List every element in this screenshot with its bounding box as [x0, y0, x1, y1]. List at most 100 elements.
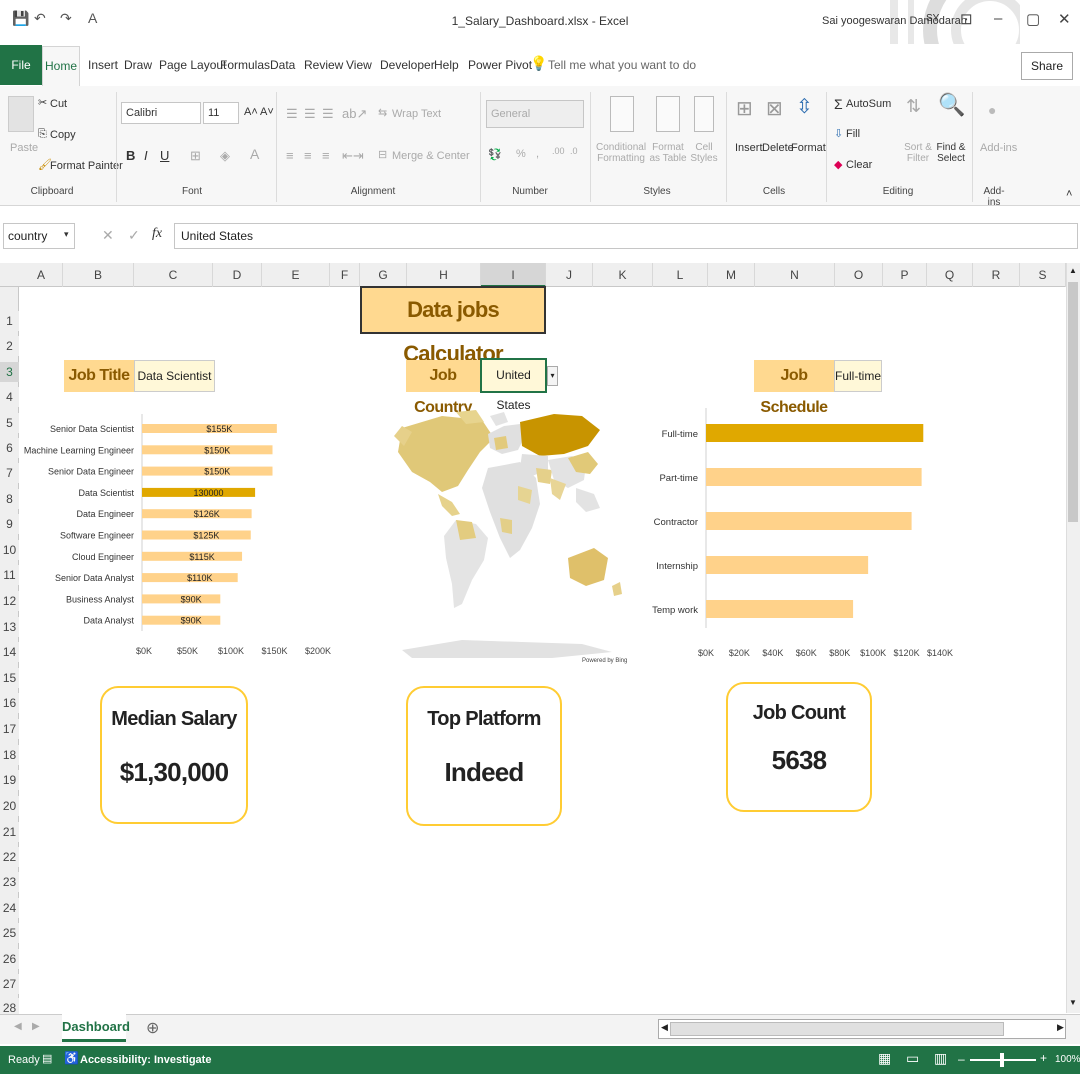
close-button[interactable]: ✕	[1058, 10, 1071, 28]
paste-icon[interactable]	[8, 96, 34, 132]
column-header-m[interactable]: M	[708, 263, 755, 287]
align-left-icon[interactable]: ≡	[286, 148, 294, 163]
align-top-icon[interactable]: ☰	[286, 106, 298, 122]
column-header-a[interactable]: A	[20, 263, 63, 287]
row-header-14[interactable]: 14	[0, 642, 19, 662]
tab-view[interactable]: View	[346, 58, 372, 72]
row-header-9[interactable]: 9	[0, 514, 19, 534]
comma-icon[interactable]: ,	[536, 148, 539, 160]
zoom-in-icon[interactable]: +	[1040, 1051, 1047, 1065]
zoom-level[interactable]: 100%	[1055, 1054, 1080, 1065]
row-header-8[interactable]: 8	[0, 489, 19, 509]
macro-record-icon[interactable]: ▤	[42, 1052, 52, 1065]
horizontal-scroll-thumb[interactable]	[670, 1022, 1004, 1036]
insert-cells-button[interactable]: Insert	[735, 142, 763, 154]
row-header-1[interactable]: 1	[0, 311, 19, 331]
scroll-up-icon[interactable]: ▲	[1069, 266, 1077, 275]
column-header-j[interactable]: J	[546, 263, 593, 287]
row-header-6[interactable]: 6	[0, 438, 19, 458]
next-sheet-icon[interactable]: ▶	[32, 1021, 40, 1032]
italic-icon[interactable]: I	[144, 148, 148, 163]
cut-button[interactable]: Cut	[50, 98, 67, 110]
scroll-right-icon[interactable]: ▶	[1057, 1022, 1064, 1033]
percent-icon[interactable]: %	[516, 148, 526, 160]
confirm-edit-icon[interactable]: ✓	[128, 227, 140, 244]
row-header-11[interactable]: 11	[0, 565, 19, 585]
column-header-l[interactable]: L	[653, 263, 708, 287]
fill-color-icon[interactable]: ◈	[220, 148, 230, 164]
normal-view-icon[interactable]: ▦	[878, 1050, 891, 1067]
tab-insert[interactable]: Insert	[88, 58, 118, 72]
copy-button[interactable]: Copy	[50, 129, 76, 141]
format-as-table-button[interactable]: Format as Table	[648, 142, 688, 164]
accessibility-status[interactable]: Accessibility: Investigate	[80, 1054, 211, 1066]
tell-me-input[interactable]: Tell me what you want to do	[548, 58, 696, 72]
row-header-13[interactable]: 13	[0, 617, 19, 637]
row-header-16[interactable]: 16	[0, 693, 19, 713]
merge-center-button[interactable]: Merge & Center	[392, 150, 470, 162]
column-header-q[interactable]: Q	[927, 263, 973, 287]
increase-decimal-icon[interactable]: .00	[552, 146, 565, 156]
add-sheet-icon[interactable]: ⊕	[146, 1018, 159, 1038]
tab-formulas[interactable]: Formulas	[220, 58, 270, 72]
font-color-icon[interactable]: A	[250, 146, 259, 162]
delete-cells-button[interactable]: Delete	[762, 142, 794, 154]
column-header-g[interactable]: G	[360, 263, 407, 287]
user-name[interactable]: Sai yoogeswaran Damodaran	[822, 15, 967, 27]
tab-power-pivot[interactable]: Power Pivot	[468, 58, 532, 72]
row-header-20[interactable]: 20	[0, 796, 19, 816]
font-size-select[interactable]: 11	[203, 102, 239, 124]
job-title-input[interactable]: Data Scientist	[134, 360, 215, 392]
wrap-text-button[interactable]: Wrap Text	[392, 108, 441, 120]
row-header-7[interactable]: 7	[0, 463, 19, 483]
tab-draw[interactable]: Draw	[124, 58, 152, 72]
row-header-2[interactable]: 2	[0, 336, 19, 356]
column-header-i[interactable]: I	[481, 263, 546, 287]
zoom-out-icon[interactable]: –	[958, 1052, 965, 1066]
tab-file[interactable]: File	[0, 45, 42, 85]
tab-developer[interactable]: Developer	[380, 58, 435, 72]
conditional-formatting-button[interactable]: Conditional Formatting	[596, 142, 646, 164]
column-header-f[interactable]: F	[330, 263, 360, 287]
row-header-21[interactable]: 21	[0, 822, 19, 842]
row-header-27[interactable]: 27	[0, 974, 19, 994]
orientation-icon[interactable]: ab↗	[342, 106, 367, 122]
restore-button[interactable]: ▢	[1026, 10, 1040, 28]
column-header-k[interactable]: K	[593, 263, 653, 287]
find-select-button[interactable]: Find & Select	[934, 142, 968, 164]
row-header-23[interactable]: 23	[0, 872, 19, 892]
tab-review[interactable]: Review	[304, 58, 343, 72]
column-header-b[interactable]: B	[63, 263, 134, 287]
format-painter-button[interactable]: Format Painter	[50, 160, 123, 172]
autosum-button[interactable]: AutoSum	[846, 98, 891, 110]
scroll-left-icon[interactable]: ◀	[661, 1022, 668, 1033]
row-header-19[interactable]: 19	[0, 770, 19, 790]
prev-sheet-icon[interactable]: ◀	[14, 1021, 22, 1032]
row-header-3[interactable]: 3	[0, 362, 19, 382]
job-schedule-input[interactable]: Full-time	[834, 360, 882, 392]
avatar[interactable]: SY	[926, 13, 939, 24]
row-header-12[interactable]: 12	[0, 591, 19, 611]
column-header-n[interactable]: N	[755, 263, 835, 287]
page-break-view-icon[interactable]: ▥	[934, 1050, 947, 1067]
row-header-26[interactable]: 26	[0, 949, 19, 969]
country-dropdown-icon[interactable]: ▾	[547, 366, 558, 386]
column-header-s[interactable]: S	[1020, 263, 1066, 287]
align-middle-icon[interactable]: ☰	[304, 106, 316, 122]
row-header-24[interactable]: 24	[0, 898, 19, 918]
align-right-icon[interactable]: ≡	[322, 148, 330, 163]
name-box-dropdown-icon[interactable]: ▾	[64, 229, 69, 240]
row-header-10[interactable]: 10	[0, 540, 19, 560]
sort-filter-button[interactable]: Sort & Filter	[902, 142, 934, 164]
clear-button[interactable]: Clear	[846, 159, 872, 171]
font-name-select[interactable]: Calibri	[121, 102, 201, 124]
bold-icon[interactable]: B	[126, 148, 135, 163]
align-bottom-icon[interactable]: ☰	[322, 106, 334, 122]
row-header-15[interactable]: 15	[0, 668, 19, 688]
row-header-22[interactable]: 22	[0, 847, 19, 867]
minimize-button[interactable]: –	[994, 10, 1002, 27]
tab-page-layout[interactable]: Page Layout	[159, 58, 226, 72]
collapse-ribbon-icon[interactable]: ˄	[1066, 188, 1072, 200]
page-layout-view-icon[interactable]: ▭	[906, 1050, 919, 1067]
indent-icon[interactable]: ⇤⇥	[342, 148, 364, 164]
